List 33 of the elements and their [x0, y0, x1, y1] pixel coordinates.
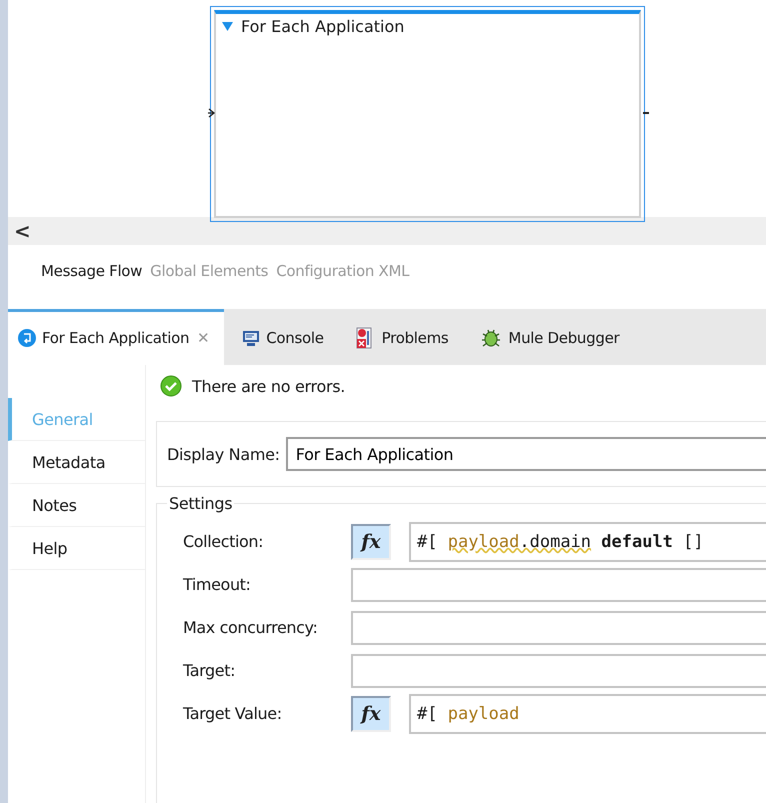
- expression-toggle-button[interactable]: fx: [351, 524, 391, 560]
- field-label: Target:: [183, 661, 236, 680]
- field-label: Display Name:: [167, 444, 280, 464]
- group-title: Settings: [167, 494, 234, 513]
- panel-tab[interactable]: Problems: [346, 308, 462, 365]
- editor-tab[interactable]: Message Flow: [41, 262, 142, 280]
- field-label: Target Value:: [183, 704, 283, 723]
- bug-icon: [480, 328, 502, 348]
- scope-title: For Each Application: [241, 17, 404, 36]
- monitor-icon: [242, 330, 260, 347]
- text-field[interactable]: [351, 654, 766, 688]
- field-label: Max concurrency:: [183, 618, 318, 637]
- nav-item[interactable]: Help: [8, 527, 145, 570]
- arrow-icon: [208, 108, 216, 118]
- panel-tab[interactable]: For Each Application ✕: [8, 308, 224, 365]
- nav-item[interactable]: Metadata: [8, 441, 145, 484]
- check-icon: [160, 375, 182, 397]
- scroll-left-button[interactable]: <: [8, 219, 37, 244]
- field-label: Collection:: [183, 532, 264, 551]
- collapse-triangle-icon[interactable]: [222, 22, 233, 31]
- panel-tab[interactable]: Console: [232, 308, 338, 365]
- expression-field[interactable]: #[ payload.domain default []: [409, 522, 766, 562]
- panel-tab[interactable]: Mule Debugger: [470, 308, 634, 365]
- field-label: Timeout:: [183, 575, 252, 594]
- connector-stub: [643, 112, 649, 114]
- display-name-field[interactable]: For Each Application: [286, 437, 766, 471]
- expression-toggle-button[interactable]: fx: [351, 696, 391, 732]
- text-field[interactable]: [351, 568, 766, 602]
- scope-icon: [18, 329, 36, 348]
- status-message: There are no errors.: [192, 376, 346, 396]
- nav-item[interactable]: Notes: [8, 484, 145, 527]
- expression-field[interactable]: #[ payload: [409, 694, 766, 734]
- text-field[interactable]: [351, 610, 766, 644]
